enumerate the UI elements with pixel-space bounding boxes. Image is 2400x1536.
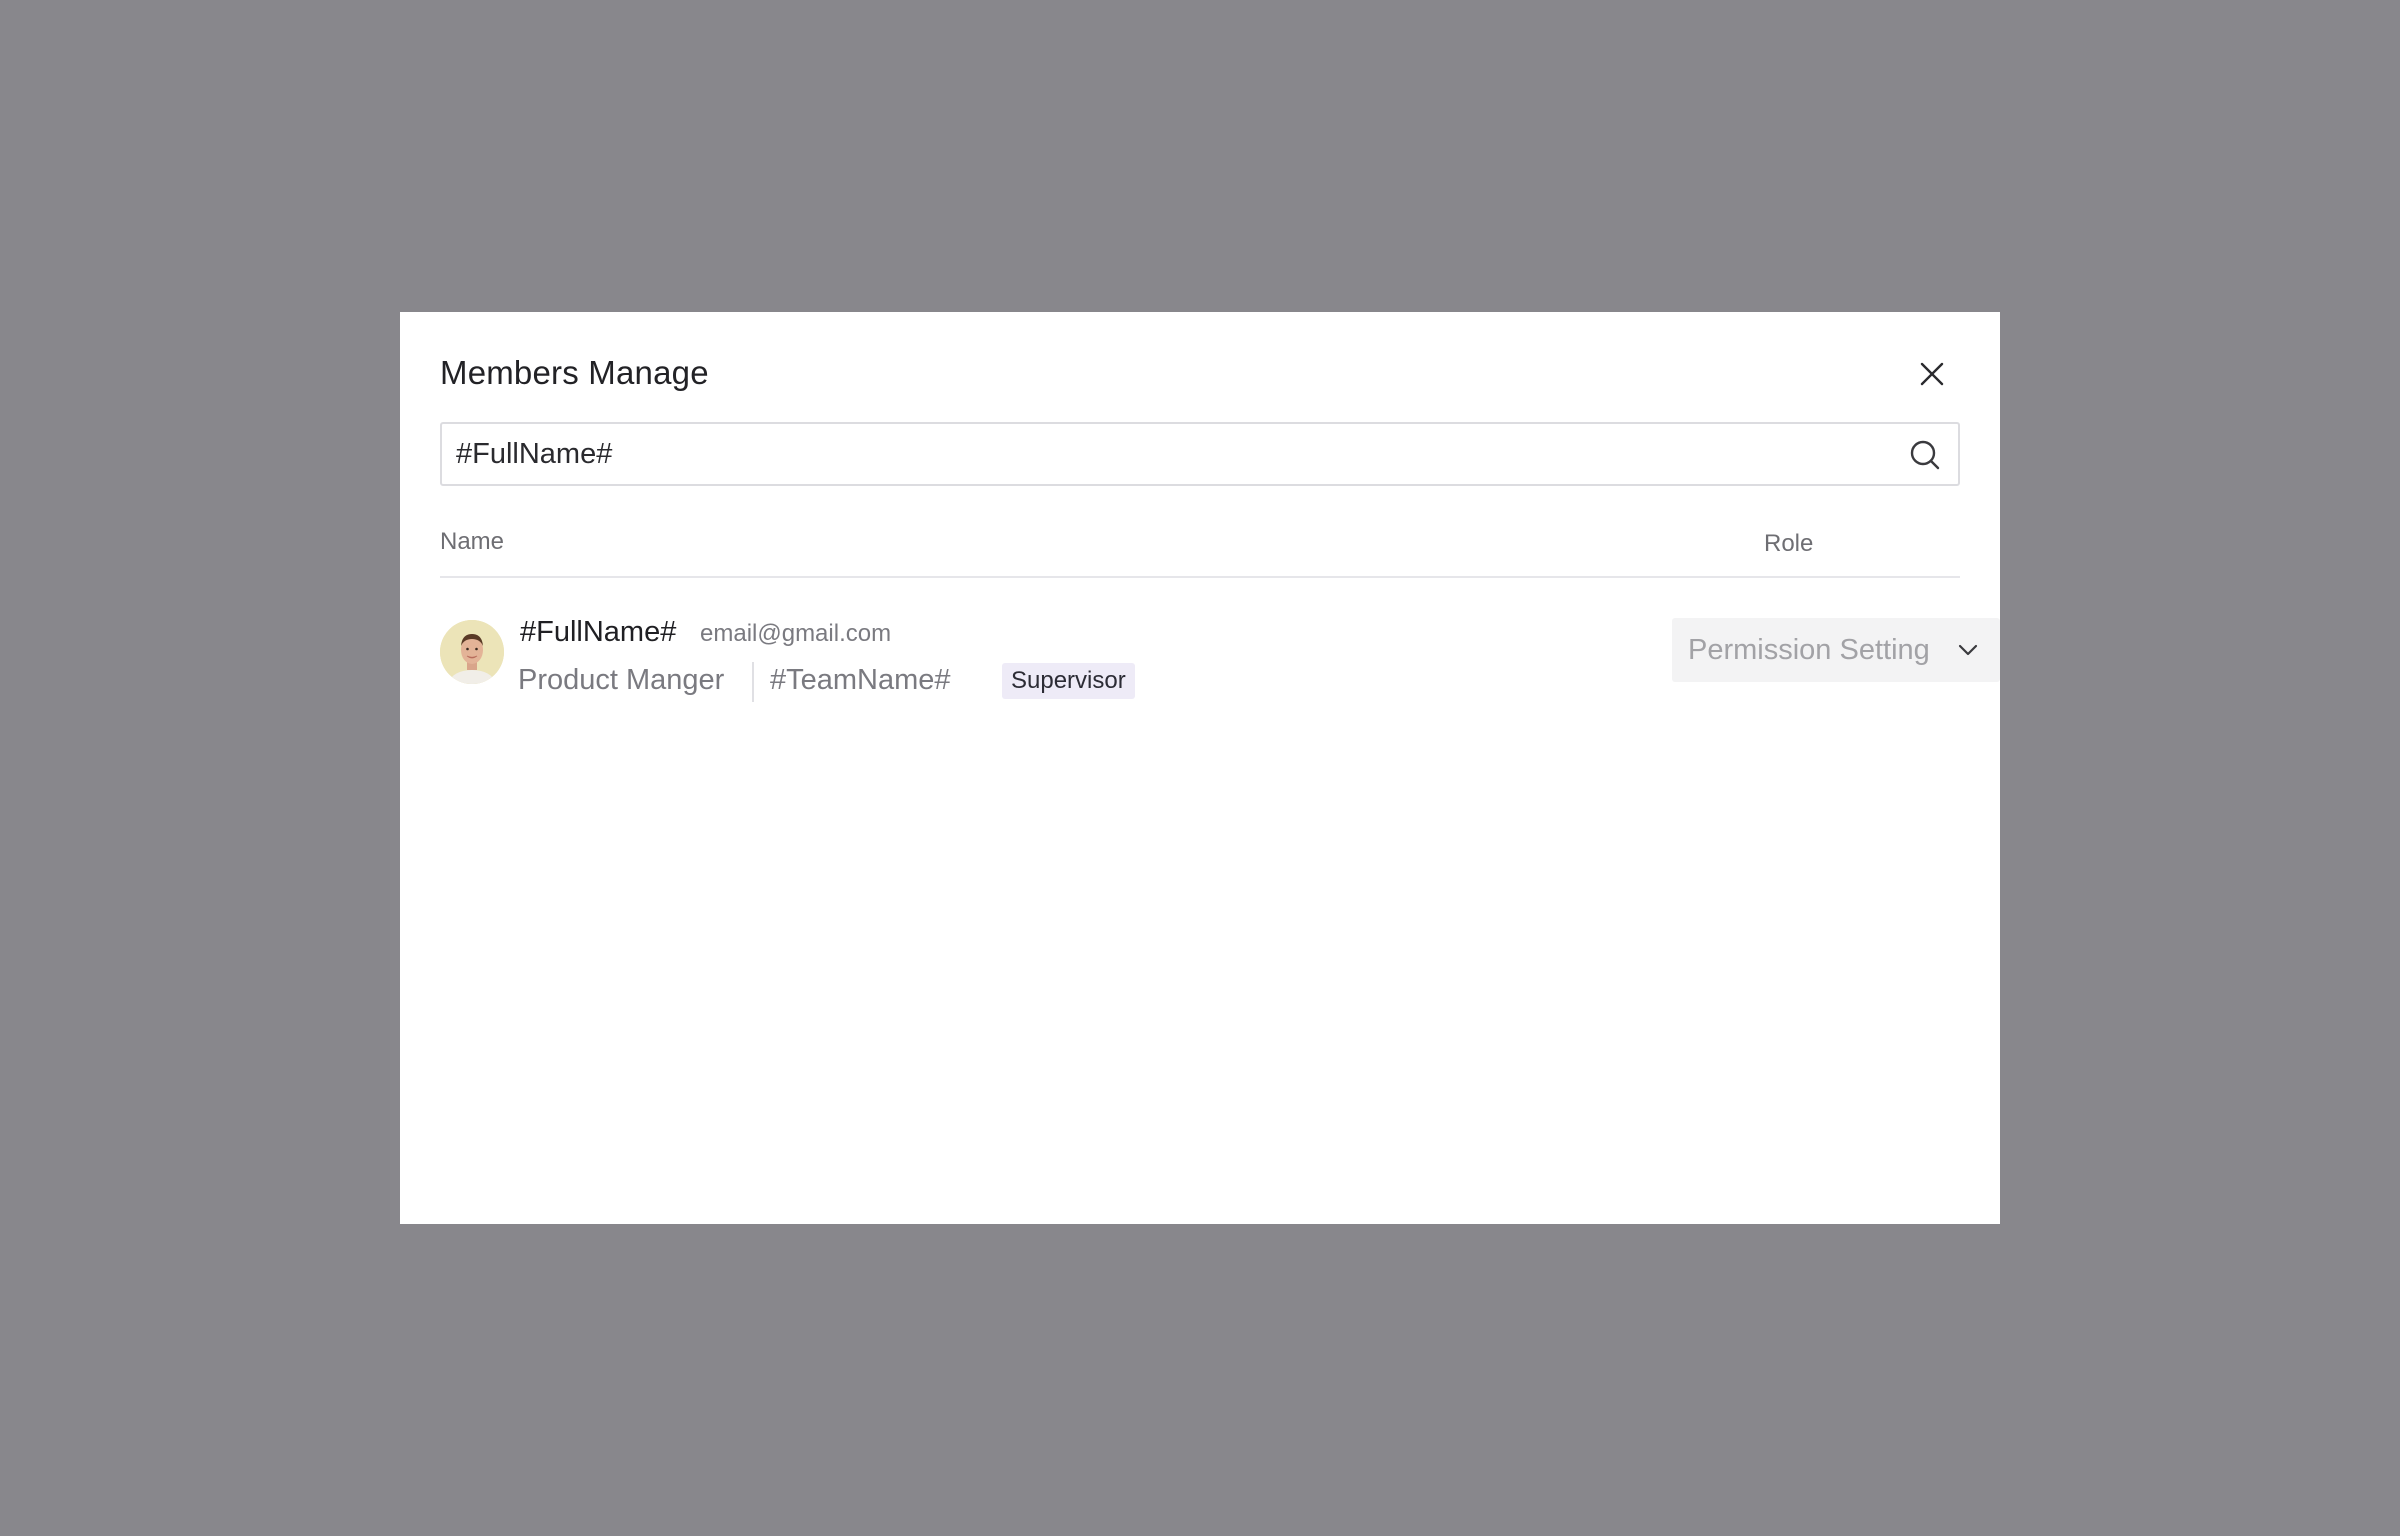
permission-setting-select[interactable]: Permission Setting (1672, 618, 2000, 682)
avatar (440, 620, 504, 684)
meta-divider (752, 662, 754, 702)
header-divider (440, 576, 1960, 578)
member-row: #FullName# email@gmail.com Product Mange… (440, 602, 2000, 702)
supervisor-badge: Supervisor (1002, 663, 1135, 699)
permission-setting-label: Permission Setting (1688, 634, 1930, 666)
avatar-photo (440, 620, 504, 684)
member-full-name: #FullName# (520, 616, 677, 648)
close-icon (1920, 362, 1944, 386)
search-field[interactable] (440, 422, 1960, 486)
column-header-role: Role (1764, 530, 1814, 557)
chevron-down-icon (1958, 644, 1978, 656)
member-team: #TeamName# (770, 664, 951, 696)
close-button[interactable] (1914, 356, 1950, 392)
member-job-title: Product Manger (518, 664, 725, 696)
column-header-name: Name (440, 528, 505, 555)
members-manage-dialog: Members Manage Name Role (400, 312, 2000, 1224)
dialog-title: Members Manage (440, 354, 709, 391)
search-icon[interactable] (1908, 438, 1942, 472)
search-input[interactable] (456, 424, 1876, 484)
member-email: email@gmail.com (700, 620, 892, 647)
